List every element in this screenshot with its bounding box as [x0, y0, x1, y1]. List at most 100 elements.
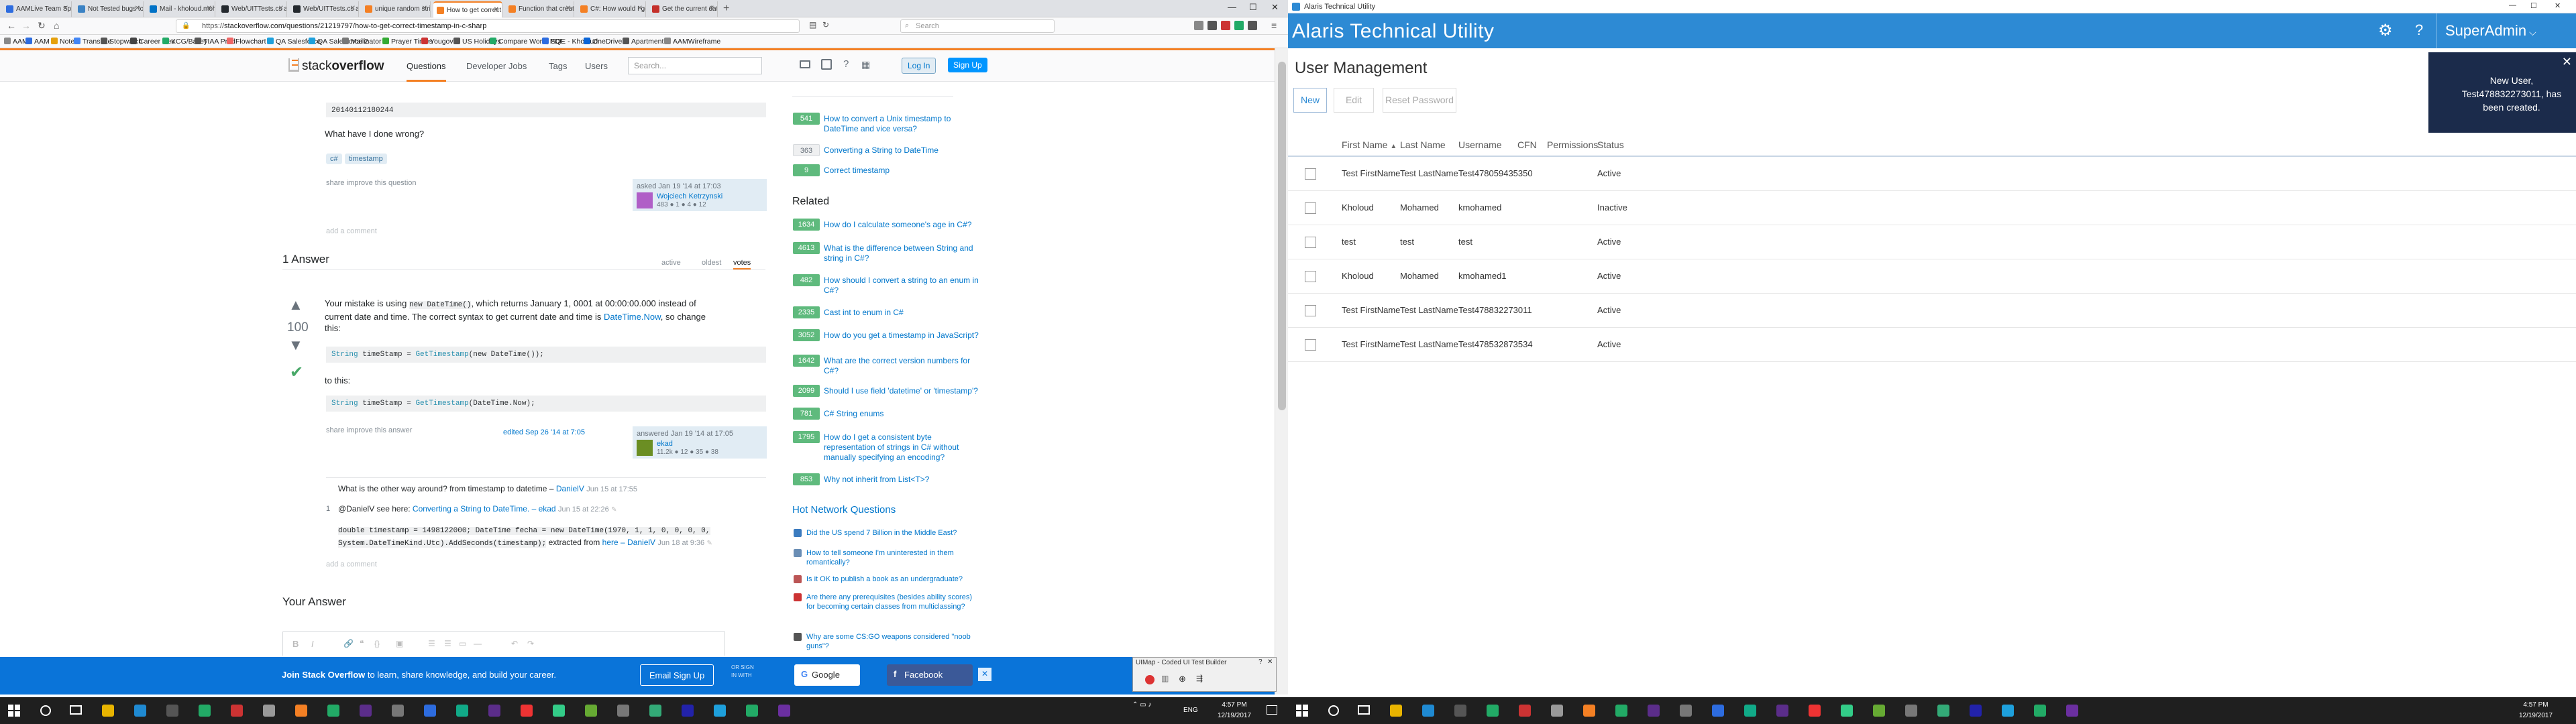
hot-question-link[interactable]: How to tell someone I'm uninterested in …	[806, 548, 981, 567]
comment-3-user[interactable]: – DanielV	[621, 538, 655, 547]
undo-icon[interactable]: ↶	[511, 639, 518, 648]
toast-close-icon[interactable]: ✕	[2562, 55, 2572, 69]
downvote-icon[interactable]: ▼	[288, 337, 303, 354]
taskbar-app-icon[interactable]	[778, 705, 790, 717]
sort-oldest[interactable]: oldest	[702, 259, 721, 267]
col-first-name[interactable]: First Name ▲	[1342, 139, 1397, 150]
signup-button[interactable]: Sign Up	[948, 58, 987, 72]
clock-time-2[interactable]: 4:57 PM	[2516, 701, 2556, 709]
taskbar-app-icon[interactable]	[1744, 705, 1756, 717]
related-question-link[interactable]: Why not inherit from List<T>?	[824, 475, 985, 485]
inbox-icon[interactable]	[800, 60, 810, 68]
table-row[interactable]: Kholoud Mohamed kmohamed1 Active	[1288, 259, 2576, 294]
uimap-close-icon[interactable]: ✕	[1267, 658, 1273, 666]
share-answer-link[interactable]: share	[326, 426, 345, 434]
close-icon[interactable]: ✕	[1271, 2, 1279, 13]
add-comment-link-2[interactable]: add a comment	[326, 560, 377, 568]
taskbar-app-icon[interactable]	[263, 705, 275, 717]
related-question-link[interactable]: How do I calculate someone's age in C#?	[824, 220, 985, 230]
taskbar-app-icon[interactable]	[2002, 705, 2014, 717]
edit-steps-icon[interactable]: ▥	[1161, 674, 1169, 683]
sort-votes[interactable]: votes	[733, 259, 751, 269]
taskbar-app-icon[interactable]	[1487, 705, 1499, 717]
bookmark-item[interactable]: Flowchart	[227, 38, 266, 46]
tab-close-icon[interactable]: ✕	[709, 5, 714, 12]
tab-close-icon[interactable]: ✕	[637, 5, 643, 12]
library-icon[interactable]	[1194, 21, 1203, 30]
col-permissions[interactable]: Permissions	[1547, 139, 1598, 150]
taskbar-app-icon[interactable]	[134, 705, 146, 717]
tab-close-icon[interactable]: ✕	[135, 5, 140, 12]
clock-time[interactable]: 4:57 PM	[1214, 701, 1254, 709]
taskbar-app-icon[interactable]	[1712, 705, 1724, 717]
address-bar[interactable]: 🔒 https://stackoverflow.com/questions/21…	[176, 19, 800, 33]
linked-question-link[interactable]: Converting a String to DateTime	[824, 145, 985, 156]
row-checkbox[interactable]	[1305, 271, 1316, 282]
table-row[interactable]: Test FirstName Test LastName Test478832273…	[1288, 294, 2576, 328]
forward-icon[interactable]: →	[21, 20, 31, 31]
taskbar-app-icon[interactable]	[1776, 705, 1788, 717]
taskbar-app-icon[interactable]	[1615, 705, 1627, 717]
bookmark-item[interactable]: AAM	[25, 38, 50, 46]
bookmark-item[interactable]: Yougov	[421, 38, 453, 46]
window-minimize-icon[interactable]: —	[2509, 1, 2516, 9]
taskbar-app-icon[interactable]	[1390, 705, 1402, 717]
asker-avatar[interactable]	[637, 192, 653, 208]
browser-tab[interactable]: Web/UITTests.cs at ✕	[218, 1, 287, 17]
answerer-name[interactable]: ekad	[657, 440, 673, 448]
comment-3-link[interactable]: here	[602, 538, 619, 547]
tab-close-icon[interactable]: ✕	[350, 5, 356, 12]
related-question-link[interactable]: C# String enums	[824, 409, 985, 419]
sort-active[interactable]: active	[661, 259, 681, 267]
taskbar-app-icon[interactable]	[1680, 705, 1692, 717]
browser-tab[interactable]: Not Tested bugs too ✕	[74, 1, 144, 17]
taskbar-app-icon[interactable]	[1551, 705, 1563, 717]
taskbar-app-icon[interactable]	[2066, 705, 2078, 717]
italic-icon[interactable]: I	[311, 639, 314, 649]
taskbar-app-icon[interactable]	[521, 705, 533, 717]
taskbar-app-icon[interactable]	[1873, 705, 1885, 717]
taskbar-app-icon[interactable]	[1970, 705, 1982, 717]
related-question-link[interactable]: How do you get a timestamp in JavaScript…	[824, 330, 985, 341]
window-maximize-icon[interactable]: ☐	[2530, 1, 2537, 10]
help-question-icon[interactable]: ?	[2415, 21, 2423, 39]
taskbar-app-icon[interactable]	[617, 705, 629, 717]
related-question-link[interactable]: Should I use field 'datetime' or 'timest…	[824, 386, 985, 396]
taskbar-app-icon[interactable]	[1583, 705, 1595, 717]
hr-icon[interactable]: —	[474, 639, 482, 648]
facebook-signin-button[interactable]: f Facebook	[887, 664, 973, 686]
improve-answer-link[interactable]: improve this answer	[347, 426, 413, 434]
taskbar-app-icon[interactable]	[1841, 705, 1853, 717]
taskbar-app-icon[interactable]	[682, 705, 694, 717]
taskbar-app-icon[interactable]	[424, 705, 436, 717]
clock-date[interactable]: 12/19/2017	[1214, 712, 1254, 719]
edit-button[interactable]: Edit	[1334, 88, 1374, 113]
image-icon[interactable]: ▣	[396, 639, 403, 648]
tab-close-icon[interactable]: ✕	[422, 5, 427, 12]
minimize-icon[interactable]: —	[1228, 2, 1236, 12]
so-search-input[interactable]: Search...	[628, 57, 762, 74]
tab-close-icon[interactable]: ✕	[207, 5, 212, 12]
refresh-page-icon[interactable]: ↻	[822, 20, 829, 29]
windows-start-icon[interactable]	[8, 705, 20, 717]
browser-tab[interactable]: Mail - kholoud.moh ✕	[146, 1, 215, 17]
reset-password-button[interactable]: Reset Password	[1383, 88, 1456, 113]
taskbar-app-icon[interactable]	[166, 705, 178, 717]
comment-1-user[interactable]: DanielV	[556, 484, 584, 493]
upvote-icon[interactable]: ▲	[288, 296, 303, 314]
taskbar-app-icon[interactable]	[1422, 705, 1434, 717]
bulleted-list-icon[interactable]: ☰	[444, 639, 451, 648]
windows-start-icon-2[interactable]	[1296, 705, 1308, 717]
table-row[interactable]: Test FirstName Test LastName Test478532873…	[1288, 328, 2576, 362]
bookmark-item[interactable]: AAM	[4, 38, 28, 46]
related-question-link[interactable]: How do I get a consistent byte represent…	[824, 432, 985, 463]
search-input[interactable]: ⌕ Search	[900, 19, 1055, 33]
window-close-icon[interactable]: ✕	[2555, 1, 2561, 10]
bookmark-item[interactable]: Apartment	[623, 38, 663, 46]
uimap-help-icon[interactable]: ?	[1258, 658, 1263, 666]
tag-timestamp[interactable]: timestamp	[345, 154, 387, 164]
tab-close-icon[interactable]: ✕	[494, 6, 499, 13]
taskbar-app-icon[interactable]	[392, 705, 404, 717]
hot-question-link[interactable]: Are there any prerequisites (besides abi…	[806, 593, 981, 611]
row-checkbox[interactable]	[1305, 305, 1316, 316]
